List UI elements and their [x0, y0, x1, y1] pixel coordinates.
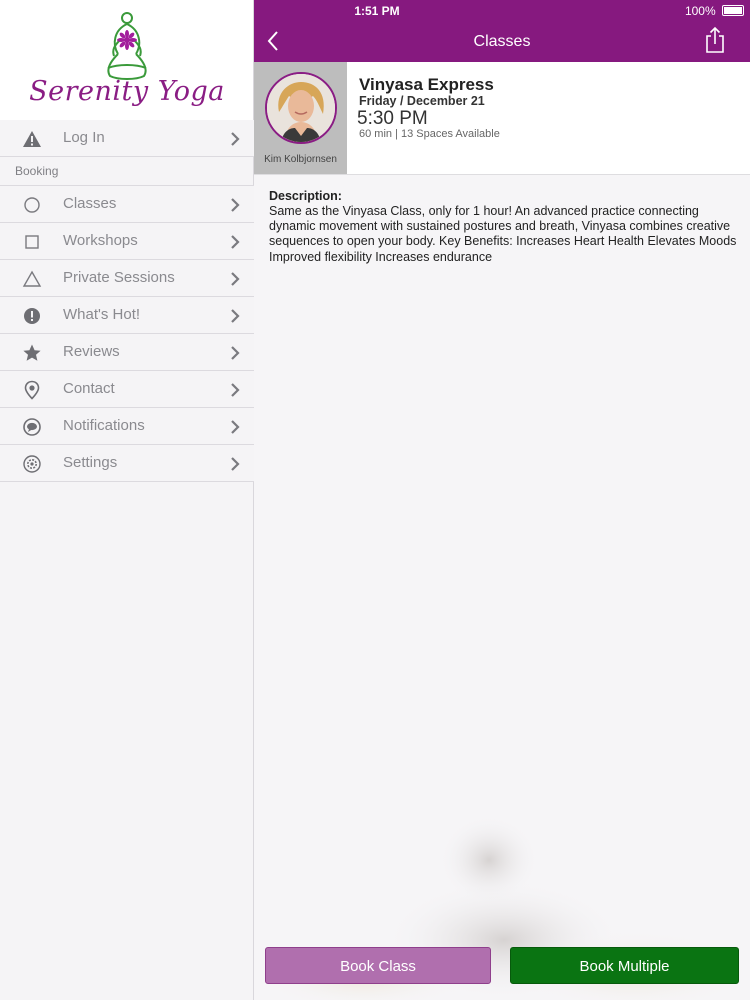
instructor-photo — [267, 74, 335, 142]
sidebar-item-workshops[interactable]: Workshops — [0, 223, 254, 260]
app-logo-text: Serenity Yoga — [29, 76, 225, 107]
book-multiple-button[interactable]: Book Multiple — [510, 947, 739, 984]
circle-icon — [24, 197, 40, 213]
yoga-figure-logo-icon — [107, 12, 147, 80]
sidebar-item-label: Notifications — [63, 417, 145, 434]
class-date: Friday / December 21 — [359, 94, 485, 108]
sidebar-item-label: Log In — [63, 129, 105, 146]
share-icon[interactable] — [704, 26, 726, 54]
description-text: Same as the Vinyasa Class, only for 1 ho… — [269, 204, 737, 264]
battery-status: 100% — [685, 4, 744, 18]
book-class-button[interactable]: Book Class — [265, 947, 491, 984]
chevron-right-icon — [231, 198, 240, 212]
sidebar-item-label: Workshops — [63, 232, 138, 249]
sidebar-item-login[interactable]: Log In — [0, 120, 254, 157]
status-time: 1:51 PM — [354, 4, 400, 18]
sidebar-item-private-sessions[interactable]: Private Sessions — [0, 260, 254, 297]
class-name: Vinyasa Express — [359, 75, 494, 94]
sidebar-item-reviews[interactable]: Reviews — [0, 334, 254, 371]
instructor-name: Kim Kolbjornsen — [264, 154, 337, 165]
chevron-right-icon — [231, 272, 240, 286]
sidebar-item-label: Classes — [63, 195, 117, 212]
logo: Serenity Yoga — [0, 0, 253, 120]
chevron-right-icon — [231, 309, 240, 323]
instructor-card[interactable]: Kim Kolbjornsen — [254, 62, 347, 174]
sidebar-item-label: Contact — [63, 380, 115, 397]
class-time: 5:30 PM — [357, 108, 428, 129]
sidebar-item-contact[interactable]: Contact — [0, 371, 254, 408]
sidebar-item-label: Settings — [63, 454, 118, 471]
chevron-right-icon — [231, 420, 240, 434]
square-icon — [25, 235, 39, 249]
chevron-right-icon — [231, 235, 240, 249]
chevron-right-icon — [231, 383, 240, 397]
sidebar-item-whats-hot[interactable]: What's Hot! — [0, 297, 254, 334]
exclamation-icon — [24, 308, 40, 324]
battery-percent: 100% — [684, 4, 716, 18]
navigation-bar: 1:51 PM 100% Classes — [254, 0, 750, 62]
class-header: Kim Kolbjornsen Vinyasa Express Friday /… — [254, 62, 750, 175]
chat-bubble-icon — [23, 418, 41, 436]
page-title: Classes — [473, 33, 531, 50]
sidebar: Serenity Yoga Log In Booking Classes Wor… — [0, 0, 254, 1000]
chevron-right-icon — [231, 346, 240, 360]
chevron-right-icon — [231, 132, 240, 146]
section-header-booking: Booking — [15, 164, 59, 178]
sidebar-item-label: What's Hot! — [63, 306, 141, 323]
sidebar-item-classes[interactable]: Classes — [0, 186, 254, 223]
chevron-right-icon — [231, 457, 240, 471]
class-detail-panel: 1:51 PM 100% Classes Kim Kolbjornsen Vin… — [254, 0, 750, 1000]
battery-icon — [722, 5, 744, 17]
class-meta: 60 min | 13 Spaces Available — [359, 128, 500, 140]
instructor-avatar — [265, 72, 337, 144]
sidebar-item-label: Reviews — [63, 343, 120, 360]
gear-icon — [23, 455, 41, 473]
sidebar-item-settings[interactable]: Settings — [0, 445, 254, 482]
sidebar-item-notifications[interactable]: Notifications — [0, 408, 254, 445]
location-pin-icon — [24, 380, 40, 400]
triangle-icon — [22, 270, 42, 287]
description-label: Description: — [269, 189, 342, 203]
sidebar-item-label: Private Sessions — [63, 269, 175, 286]
warning-icon — [23, 131, 41, 147]
star-icon — [23, 344, 41, 361]
